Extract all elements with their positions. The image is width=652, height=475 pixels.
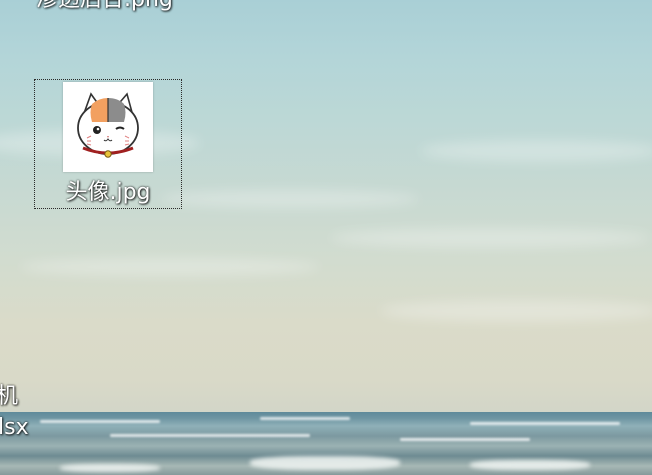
desktop-icon-label-left-1[interactable]: 机 <box>0 384 18 410</box>
desktop-background[interactable] <box>0 0 652 475</box>
wave-line <box>260 417 350 420</box>
desktop-icon-avatar-jpg[interactable]: 头像.jpg <box>34 79 182 209</box>
cat-avatar-icon-art <box>77 92 139 158</box>
wave-line <box>400 438 530 441</box>
cloud-streak <box>330 228 650 248</box>
cloud-streak <box>20 258 320 276</box>
sea <box>0 412 652 475</box>
cloud-streak <box>420 140 652 162</box>
desktop-icon-label-top[interactable]: 渗透后台.png <box>36 0 173 13</box>
cloud-streak <box>380 300 652 322</box>
desktop-icon-label-left-2[interactable]: lsx <box>0 415 29 441</box>
wave-line <box>40 420 160 423</box>
wave-line <box>470 422 620 425</box>
wave-foam <box>60 464 160 472</box>
wave-line <box>110 434 310 437</box>
wave-foam <box>250 456 400 470</box>
desktop-icon-label: 头像.jpg <box>65 180 151 205</box>
cloud-streak <box>160 190 420 208</box>
cat-avatar-icon <box>63 82 153 172</box>
wave-foam <box>470 460 590 470</box>
